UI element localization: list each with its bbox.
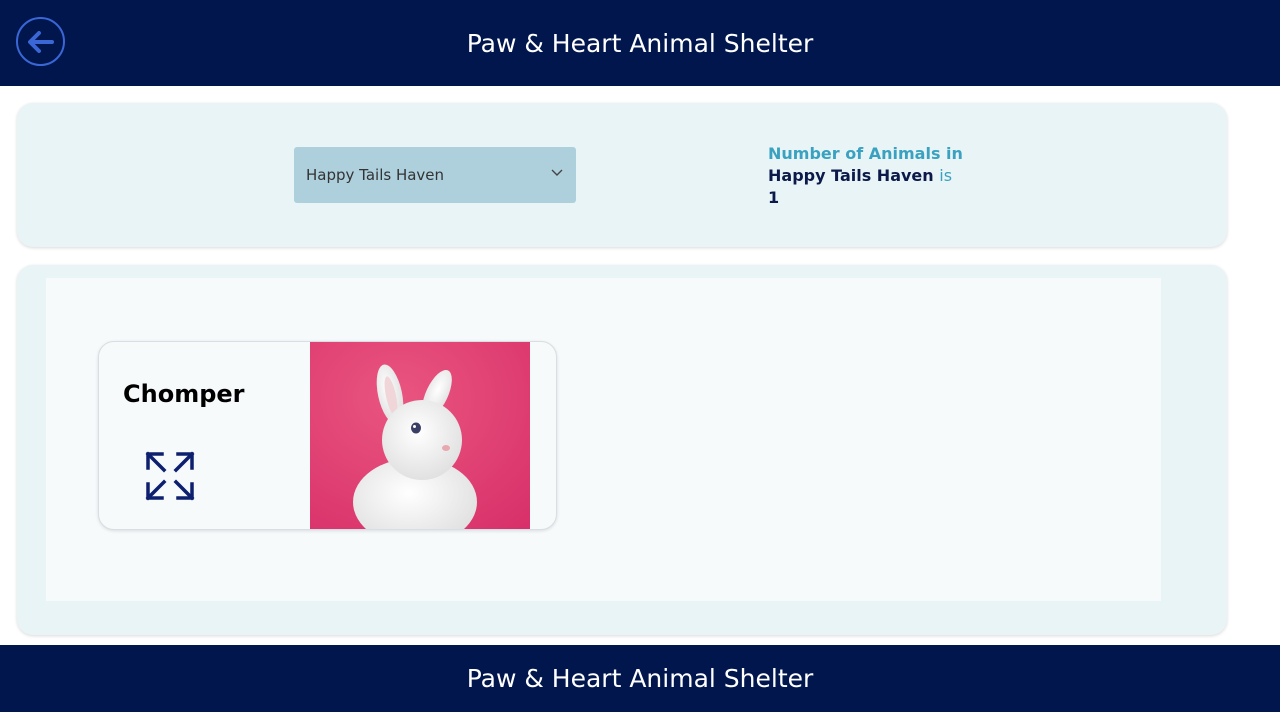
count-value: 1: [768, 188, 780, 207]
count-connector: is: [939, 166, 953, 185]
filter-panel: Happy Tails Haven Number of Animals in H…: [17, 103, 1227, 247]
expand-arrows-icon: [145, 451, 195, 501]
arrow-left-icon: [27, 30, 54, 53]
back-button[interactable]: [16, 17, 65, 66]
animal-card[interactable]: Chomper: [98, 341, 557, 530]
count-prefix: Number of Animals in: [768, 144, 963, 163]
footer-title: Paw & Heart Animal Shelter: [466, 664, 814, 693]
expand-button[interactable]: [144, 450, 196, 502]
shelter-dropdown-value: Happy Tails Haven: [306, 166, 445, 184]
animal-count-text: Number of Animals in Happy Tails Haven i…: [768, 143, 968, 209]
count-shelter-name: Happy Tails Haven: [768, 166, 934, 185]
chevron-down-icon: [551, 169, 563, 176]
shelter-dropdown[interactable]: Happy Tails Haven: [294, 147, 576, 203]
app-header: Paw & Heart Animal Shelter: [0, 0, 1280, 86]
rabbit-image: [310, 342, 530, 529]
app-title: Paw & Heart Animal Shelter: [466, 28, 814, 58]
animal-name: Chomper: [123, 380, 245, 408]
app-footer: Paw & Heart Animal Shelter: [0, 645, 1280, 712]
animal-photo: [310, 342, 530, 529]
gallery-panel: Chomper: [17, 265, 1227, 635]
animal-gallery: Chomper: [46, 278, 1161, 601]
